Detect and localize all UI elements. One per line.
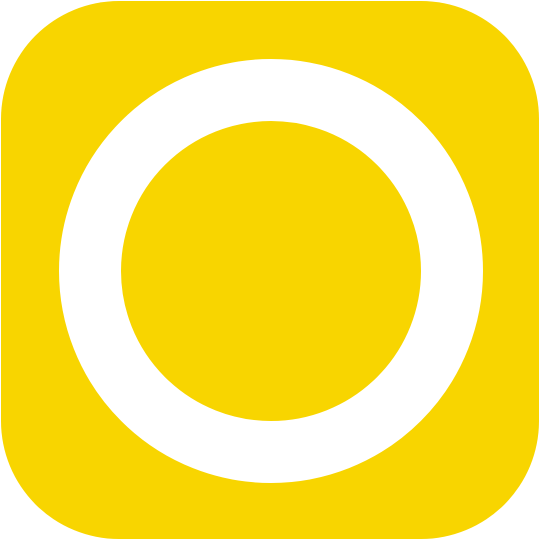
app-icon[interactable] <box>1 1 539 539</box>
ring-circle-icon <box>59 59 483 483</box>
screen <box>0 0 540 540</box>
